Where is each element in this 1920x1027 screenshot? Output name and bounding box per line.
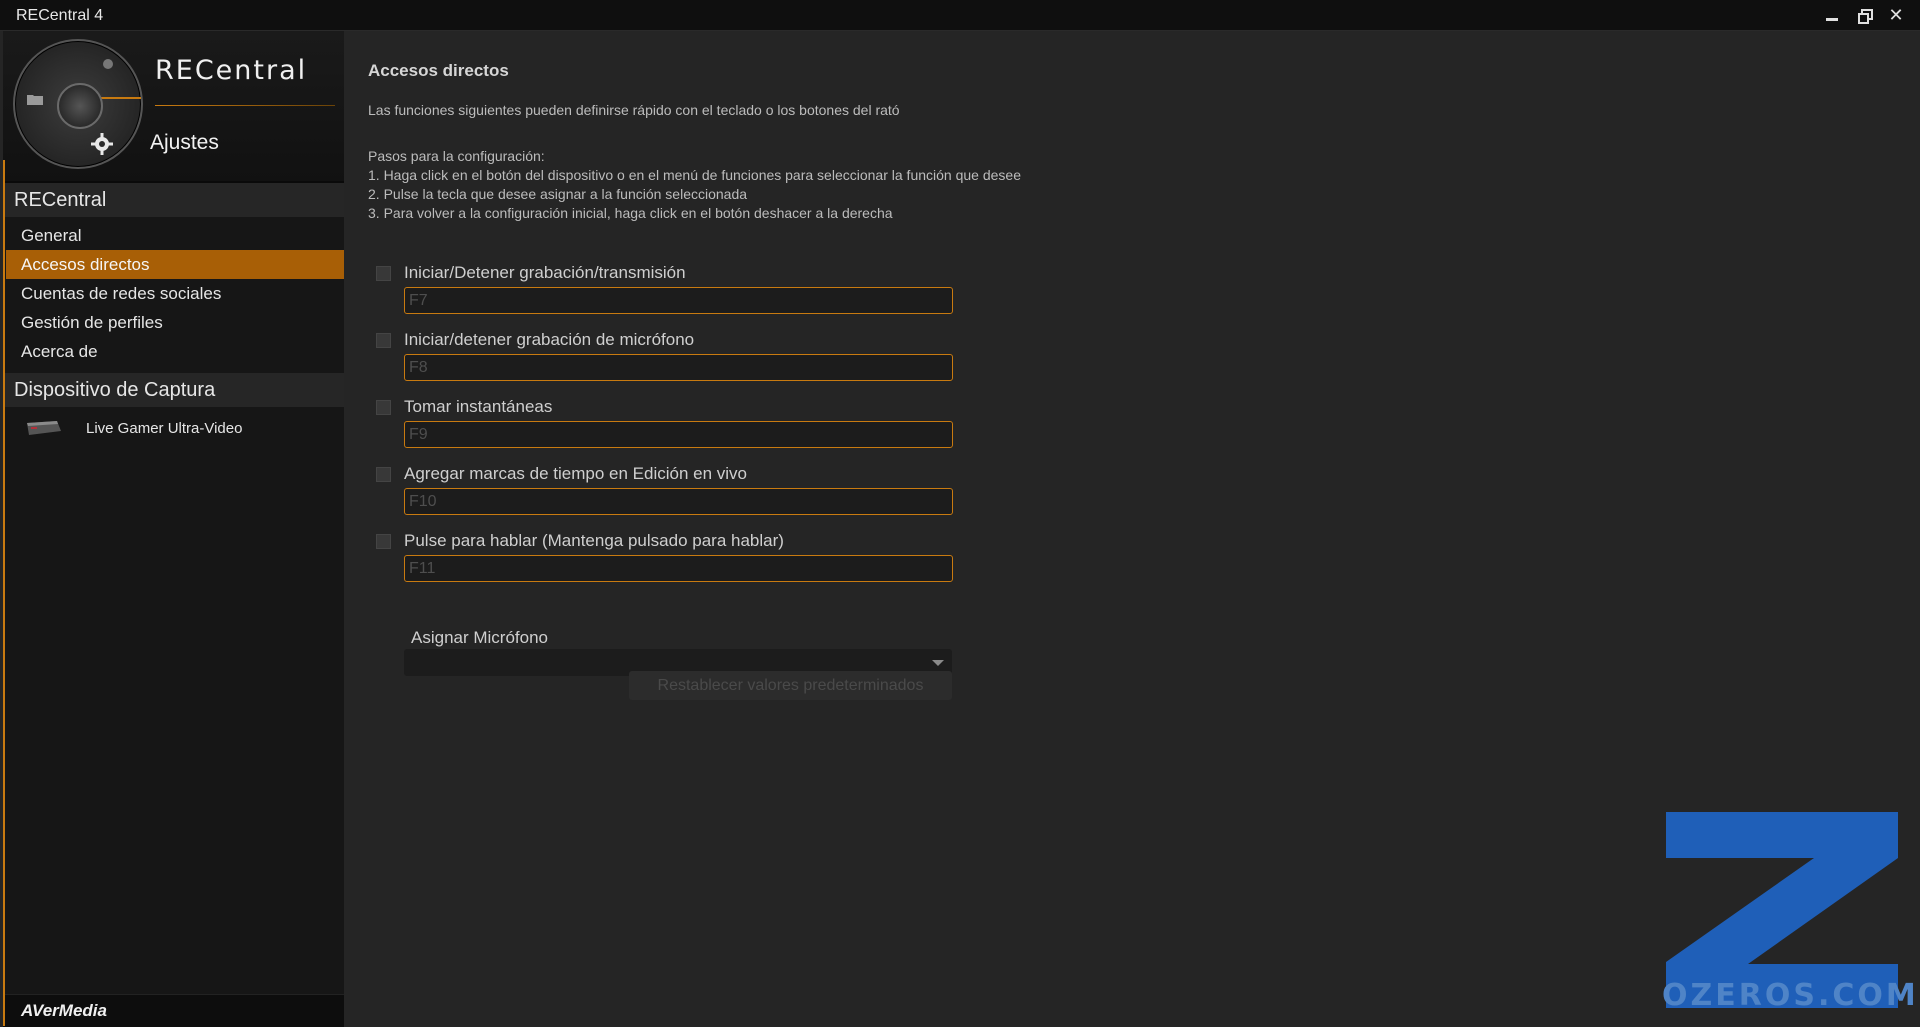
sidebar-accent-line bbox=[3, 160, 5, 1026]
setup-steps: Pasos para la configuración: 1. Haga cli… bbox=[368, 147, 1021, 223]
sidebar-item-gestion-perfiles[interactable]: Gestión de perfiles bbox=[6, 308, 344, 337]
watermark-text: OZEROS.COM bbox=[1662, 978, 1919, 1013]
shortcut-label: Iniciar/detener grabación de micrófono bbox=[404, 330, 695, 349]
shortcut-key-field[interactable]: F10 bbox=[404, 488, 953, 515]
sidebar: RECentral Ajustes RECentral General Acce… bbox=[3, 31, 344, 1027]
minimize-button[interactable] bbox=[1818, 3, 1846, 27]
sidebar-item-device[interactable]: Live Gamer Ultra-Video bbox=[3, 414, 344, 444]
shortcut-checkbox[interactable] bbox=[376, 400, 391, 415]
folder-icon bbox=[27, 95, 43, 105]
avermedia-logo: AVerMedia bbox=[21, 1001, 107, 1020]
restore-icon bbox=[1858, 8, 1873, 24]
recentral-disc-logo bbox=[13, 39, 143, 169]
page-title: Accesos directos bbox=[368, 61, 509, 80]
gear-icon bbox=[91, 133, 113, 155]
group-title-dispositivo: Dispositivo de Captura bbox=[3, 373, 344, 407]
group-title-recentral: RECentral bbox=[3, 183, 344, 217]
sidebar-item-accesos-directos[interactable]: Accesos directos bbox=[6, 250, 344, 279]
chevron-down-icon bbox=[932, 660, 944, 666]
step-1: 1. Haga click en el botón del dispositiv… bbox=[368, 167, 1021, 183]
steps-title: Pasos para la configuración: bbox=[368, 148, 545, 164]
shortcut-key-field[interactable]: F11 bbox=[404, 555, 953, 582]
title-bar: RECentral 4 ✕ bbox=[0, 0, 1920, 31]
shortcut-row: Agregar marcas de tiempo en Edición en v… bbox=[376, 464, 956, 524]
restore-button[interactable] bbox=[1850, 3, 1878, 27]
brand-logo-text: RECentral bbox=[155, 55, 308, 86]
capture-device-icon bbox=[27, 421, 61, 435]
shortcut-checkbox[interactable] bbox=[376, 467, 391, 482]
sidebar-item-general[interactable]: General bbox=[6, 221, 344, 250]
close-icon: ✕ bbox=[1888, 5, 1904, 25]
shortcut-row: Tomar instantáneas F9 bbox=[376, 397, 956, 457]
shortcut-row: Iniciar/detener grabación de micrófono F… bbox=[376, 330, 956, 390]
shortcut-checkbox[interactable] bbox=[376, 333, 391, 348]
shortcut-checkbox[interactable] bbox=[376, 266, 391, 281]
shortcut-label: Tomar instantáneas bbox=[404, 397, 553, 416]
shortcut-key-field[interactable]: F7 bbox=[404, 287, 953, 314]
shortcut-row: Iniciar/Detener grabación/transmisión F7 bbox=[376, 263, 956, 323]
brand-underline bbox=[155, 105, 335, 106]
step-3: 3. Para volver a la configuración inicia… bbox=[368, 205, 893, 221]
page-description: Las funciones siguientes pueden definirs… bbox=[368, 102, 900, 118]
sidebar-header: RECentral Ajustes bbox=[3, 31, 344, 184]
dot-icon bbox=[103, 59, 113, 69]
step-2: 2. Pulse la tecla que desee asignar a la… bbox=[368, 186, 748, 202]
window-title: RECentral 4 bbox=[16, 7, 104, 24]
disc-center-icon bbox=[57, 83, 103, 129]
shortcut-key-field[interactable]: F8 bbox=[404, 354, 953, 381]
shortcut-row: Pulse para hablar (Mantenga pulsado para… bbox=[376, 531, 956, 591]
shortcut-key-field[interactable]: F9 bbox=[404, 421, 953, 448]
minimize-icon bbox=[1826, 18, 1838, 22]
device-label: Live Gamer Ultra-Video bbox=[86, 420, 243, 437]
sidebar-item-acerca-de[interactable]: Acerca de bbox=[6, 337, 344, 366]
shortcut-label: Pulse para hablar (Mantenga pulsado para… bbox=[404, 531, 784, 550]
avermedia-footer: AVerMedia bbox=[3, 994, 344, 1027]
shortcut-checkbox[interactable] bbox=[376, 534, 391, 549]
close-button[interactable]: ✕ bbox=[1882, 3, 1910, 27]
reset-defaults-button[interactable]: Restablecer valores predeterminados bbox=[629, 671, 952, 700]
shortcut-label: Iniciar/Detener grabación/transmisión bbox=[404, 263, 686, 282]
shortcut-label: Agregar marcas de tiempo en Edición en v… bbox=[404, 464, 748, 483]
sidebar-item-cuentas-redes-sociales[interactable]: Cuentas de redes sociales bbox=[6, 279, 344, 308]
section-heading: Ajustes bbox=[150, 131, 219, 154]
mic-assign-label: Asignar Micrófono bbox=[411, 628, 549, 647]
